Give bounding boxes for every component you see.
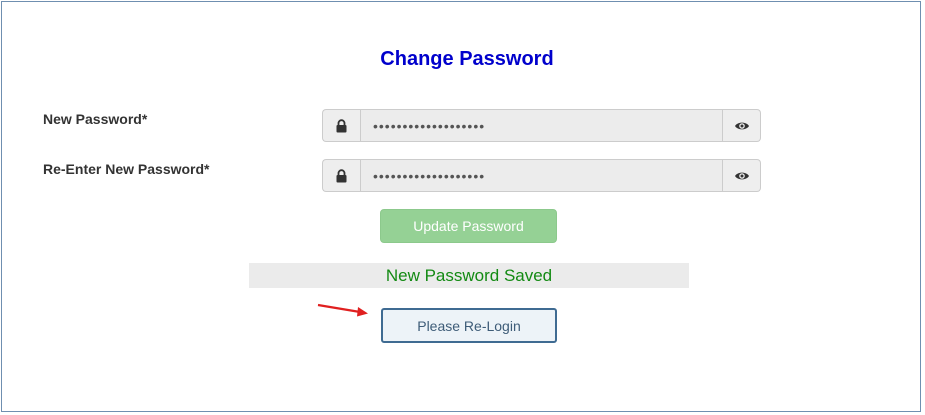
eye-icon[interactable]: [723, 159, 761, 192]
new-password-group: [322, 109, 761, 142]
reenter-password-field[interactable]: [360, 159, 723, 192]
change-password-panel: Change Password New Password* Re-Enter N…: [1, 1, 921, 412]
lock-icon: [322, 109, 360, 142]
eye-icon[interactable]: [723, 109, 761, 142]
new-password-field[interactable]: [360, 109, 723, 142]
reenter-password-group: [322, 159, 761, 192]
update-password-button[interactable]: Update Password: [380, 209, 557, 243]
reenter-password-label: Re-Enter New Password*: [43, 161, 210, 177]
relogin-button[interactable]: Please Re-Login: [381, 308, 557, 343]
status-message: New Password Saved: [249, 263, 689, 288]
lock-icon: [322, 159, 360, 192]
arrow-icon: [317, 303, 368, 317]
page-title: Change Password: [380, 48, 554, 70]
new-password-label: New Password*: [43, 111, 148, 127]
